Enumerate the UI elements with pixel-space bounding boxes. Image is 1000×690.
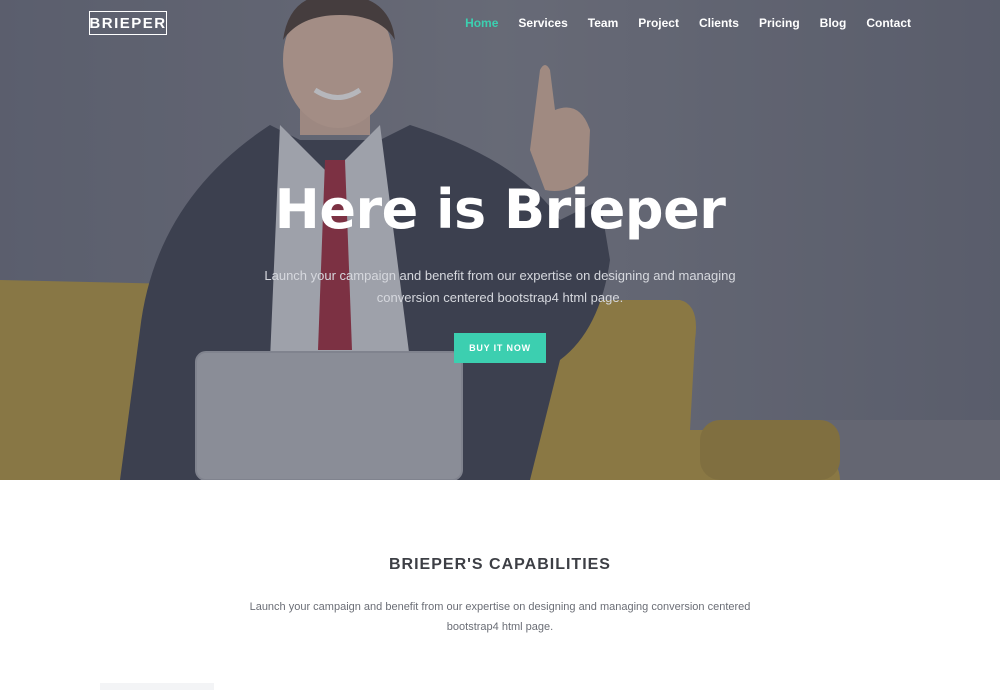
brand-logo[interactable]: BRIEPER xyxy=(89,11,167,35)
hero-subtitle: Launch your campaign and benefit from ou… xyxy=(250,265,750,309)
hero-section: BRIEPER Home Services Team Project Clien… xyxy=(0,0,1000,480)
nav-item-clients[interactable]: Clients xyxy=(679,16,739,30)
nav-item-services[interactable]: Services xyxy=(498,16,567,30)
nav-item-project[interactable]: Project xyxy=(618,16,679,30)
main-menu: Home Services Team Project Clients Prici… xyxy=(445,16,911,30)
nav-item-contact[interactable]: Contact xyxy=(846,16,911,30)
capabilities-text-line-1: Launch your campaign and benefit from ou… xyxy=(249,601,751,613)
hero-title: Here is Brieper xyxy=(274,178,726,241)
buy-it-now-button[interactable]: BUY IT NOW xyxy=(454,333,546,363)
navbar: BRIEPER Home Services Team Project Clien… xyxy=(0,0,1000,48)
nav-item-home[interactable]: Home xyxy=(445,16,498,30)
nav-item-team[interactable]: Team xyxy=(568,16,618,30)
capability-card xyxy=(100,683,214,690)
capabilities-description: Launch your campaign and benefit from ou… xyxy=(240,597,760,637)
hero-subtitle-line-1: Launch your campaign and benefit from ou… xyxy=(264,268,736,283)
capabilities-title: BRIEPER'S CAPABILITIES xyxy=(389,556,611,573)
nav-item-blog[interactable]: Blog xyxy=(800,16,847,30)
nav-item-pricing[interactable]: Pricing xyxy=(739,16,800,30)
hero-subtitle-line-2: conversion centered bootstrap4 html page… xyxy=(376,290,624,305)
page: BRIEPER Home Services Team Project Clien… xyxy=(0,0,1000,690)
capabilities-text-line-2: bootstrap4 html page. xyxy=(446,621,554,633)
